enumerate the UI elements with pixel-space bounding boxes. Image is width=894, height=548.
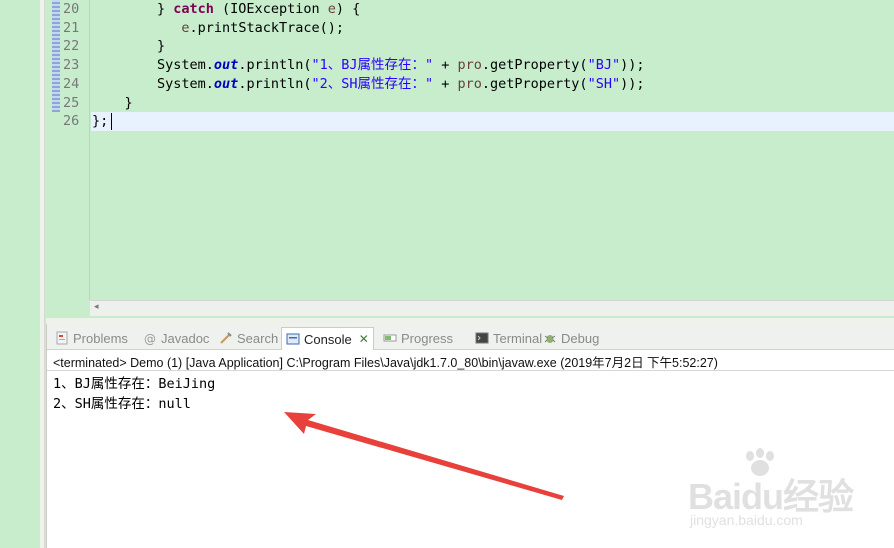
code-token: out (213, 75, 239, 92)
tab-debug[interactable]: Debug (539, 327, 603, 349)
tab-progress[interactable]: Progress (379, 327, 457, 349)
code-token: e (181, 19, 190, 36)
code-token: .println( (238, 75, 312, 92)
code-token: "2、SH属性存在：" (311, 75, 434, 92)
code-line[interactable]: } catch (IOException e) { (92, 0, 360, 19)
code-token: .printStackTrace(); (189, 19, 344, 36)
code-token: )); (620, 57, 645, 74)
console-output-line: 1、BJ属性存在：BeiJing (53, 376, 216, 392)
watermark-url: jingyan.baidu.com (690, 512, 803, 528)
code-token: "BJ" (587, 57, 621, 74)
tab-label: Search (237, 330, 279, 346)
code-line[interactable]: System.out.println("2、SH属性存在：" + pro.get… (92, 75, 644, 94)
code-token: System. (92, 57, 214, 74)
line-number: 22 (63, 38, 80, 55)
code-token: } (92, 38, 166, 55)
code-token: .getProperty( (481, 57, 588, 74)
console-output-line: 2、SH属性存在：null (53, 396, 191, 412)
code-token: .getProperty( (481, 75, 588, 92)
tab-problems[interactable]: Problems (51, 327, 132, 349)
code-token: out (213, 57, 239, 74)
svg-text:@: @ (144, 332, 156, 345)
search-icon (219, 331, 233, 345)
scroll-left-arrow-icon[interactable]: ◂ (94, 302, 99, 312)
tab-label: Javadoc (161, 330, 210, 346)
tab-search[interactable]: Search (215, 327, 282, 349)
code-token: "SH" (587, 75, 621, 92)
red-annotation-arrow (284, 412, 564, 500)
tab-label: Debug (561, 330, 600, 346)
code-line[interactable]: System.out.println("1、BJ属性存在：" + pro.get… (92, 56, 644, 75)
code-token: }; (92, 113, 109, 130)
tab-label: Terminal (493, 330, 543, 346)
code-editor[interactable]: } catch (IOException e) { e.printStackTr… (46, 0, 894, 318)
tab-javadoc[interactable]: @ Javadoc (139, 327, 213, 349)
debug-icon (543, 331, 557, 345)
code-line[interactable]: } (92, 37, 165, 56)
tab-label: Console (304, 331, 352, 347)
line-number: 26 (63, 113, 80, 130)
code-token: } (92, 1, 174, 17)
left-border (40, 0, 45, 548)
baidu-watermark: Baidu经验 jingyan.baidu.com (680, 448, 880, 538)
terminal-icon (475, 331, 489, 345)
horizontal-scrollbar[interactable]: ◂ (90, 300, 894, 316)
line-number: 24 (63, 75, 80, 92)
code-token: ) { (335, 1, 361, 17)
code-line[interactable]: } (92, 94, 133, 113)
code-line[interactable]: e.printStackTrace(); (92, 19, 344, 38)
status-divider (47, 370, 894, 371)
console-icon (286, 332, 300, 346)
line-number: 21 (63, 19, 80, 36)
console-status-line: <terminated> Demo (1) [Java Application]… (53, 356, 718, 370)
line-number: 20 (63, 1, 80, 17)
code-token: "1、BJ属性存在：" (311, 57, 434, 74)
tab-console[interactable]: Console ✕ (281, 327, 374, 350)
code-token: .println( (238, 57, 312, 74)
code-token: )); (620, 75, 645, 92)
overview-ruler (52, 0, 60, 112)
code-token: pro (457, 75, 482, 92)
close-icon[interactable]: ✕ (359, 332, 369, 346)
text-caret (111, 113, 112, 130)
current-line-highlight (91, 112, 894, 131)
line-number: 25 (63, 94, 80, 111)
tab-terminal[interactable]: Terminal (471, 327, 546, 349)
tab-label: Progress (401, 330, 454, 346)
progress-icon (383, 331, 397, 345)
code-line[interactable]: }; (92, 112, 108, 131)
code-token: + (433, 57, 458, 74)
javadoc-icon: @ (143, 331, 157, 346)
code-token: System. (92, 75, 214, 92)
problems-icon (55, 331, 69, 345)
tab-label: Problems (73, 330, 128, 346)
code-token: pro (457, 57, 482, 74)
code-token: catch (173, 1, 214, 17)
view-tab-bar: Problems @ Javadoc Search Console ✕ Progress Te… (47, 324, 894, 350)
code-token: (IOException (213, 1, 328, 17)
code-token: + (433, 75, 458, 92)
line-number: 23 (63, 57, 80, 74)
code-token: e (327, 1, 336, 17)
left-background (0, 0, 40, 548)
code-token: } (92, 94, 133, 111)
